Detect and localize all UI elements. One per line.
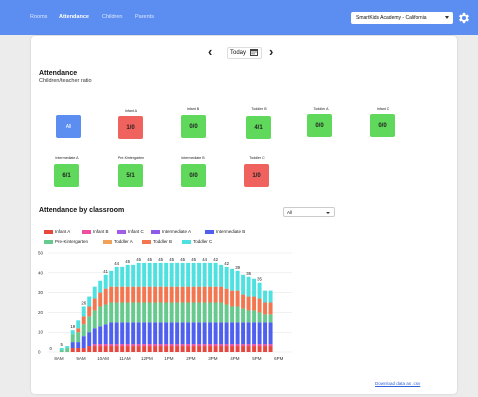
attendance-subtitle: Children/teacher ratio [39, 78, 92, 84]
room-ratio: 0/0 [189, 172, 198, 179]
room-tile-toddler-a[interactable]: 0/0 [307, 114, 332, 137]
legend-swatch [103, 239, 112, 244]
legend-swatch [205, 229, 214, 234]
room-ratio: 0/0 [378, 122, 387, 129]
legend-swatch [117, 229, 126, 234]
legend-label: Intermediate A [162, 229, 192, 234]
room-ratio: 6/1 [62, 172, 71, 179]
room-label: Infant B [186, 107, 200, 111]
chevron-down-icon [326, 212, 330, 214]
previous-day-button[interactable]: ‹ [208, 45, 212, 58]
legend-item-intermediate-a: Intermediate A [151, 229, 191, 234]
room-label: Toddler B [251, 107, 267, 111]
legend-swatch [44, 239, 53, 244]
next-day-button[interactable]: › [269, 45, 273, 58]
nav-item-parents[interactable]: Parents [135, 14, 154, 20]
room-tile-toddler-c[interactable]: 1/0 [244, 164, 269, 187]
chevron-down-icon [445, 16, 449, 19]
nav-item-attendance[interactable]: Attendance [59, 14, 89, 20]
legend-label: Infant C [128, 229, 144, 234]
room-label: Intermediate B [181, 156, 205, 160]
room-ratio: 0/0 [315, 122, 324, 129]
legend-item-pre-kintergarten: Pre-Kintergarten [44, 239, 88, 244]
room-label: Intermediate A [55, 156, 79, 160]
date-label: Today [230, 50, 247, 56]
legend-swatch [44, 229, 53, 234]
room-tile-intermediate-a[interactable]: 6/1 [54, 164, 79, 187]
room-ratio: 4/1 [254, 124, 263, 131]
room-ratio: 0/0 [189, 123, 198, 130]
classroom-filter-value: All [287, 210, 293, 215]
legend-item-intermediate-b: Intermediate B [205, 229, 245, 234]
room-label: Pre-Kintergarten [117, 156, 145, 160]
legend-item-toddler-c: Toddler C [182, 239, 212, 244]
room-label: Toddler A [313, 107, 329, 111]
legend-item-infant-a: Infant A [44, 229, 70, 234]
nav-item-rooms[interactable]: Rooms [30, 14, 47, 20]
room-ratio: 1/0 [252, 172, 261, 179]
room-ratio: All [65, 123, 72, 130]
legend-swatch [151, 229, 160, 234]
nav-item-children[interactable]: Children [102, 14, 122, 20]
room-label: Infant A [124, 109, 138, 113]
room-ratio: 1/0 [126, 124, 135, 131]
legend-swatch [182, 239, 191, 244]
classroom-chart-title: Attendance by classroom [39, 207, 125, 214]
attendance-title: Attendance [39, 70, 78, 77]
legend-label: Toddler B [153, 239, 173, 244]
legend-label: Intermediate B [216, 229, 246, 234]
school-select[interactable]: SmartKids Academy - California [351, 12, 453, 24]
room-tile-pre-kintergarten[interactable]: 5/1 [118, 164, 143, 187]
room-tile-infant-c[interactable]: 0/0 [370, 114, 395, 137]
legend-item-infant-c: Infant C [117, 229, 144, 234]
room-tile-infant-a[interactable]: 1/0 [118, 116, 143, 139]
legend-swatch [142, 239, 151, 244]
legend-label: Infant A [55, 229, 71, 234]
gear-icon[interactable] [457, 11, 471, 25]
legend-label: Toddler A [114, 239, 133, 244]
legend-label: Pre-Kintergarten [55, 239, 89, 244]
legend-label: Infant B [93, 229, 109, 234]
legend-item-toddler-a: Toddler A [103, 239, 133, 244]
room-tile-all[interactable]: All [56, 115, 81, 138]
legend-item-infant-b: Infant B [82, 229, 109, 234]
calendar-icon [250, 49, 258, 56]
room-tile-infant-b[interactable]: 0/0 [181, 115, 206, 138]
room-tile-toddler-b[interactable]: 4/1 [246, 116, 271, 139]
legend-item-toddler-b: Toddler B [142, 239, 172, 244]
room-tile-intermediate-b[interactable]: 0/0 [181, 164, 206, 187]
room-label: Infant C [376, 107, 390, 111]
classroom-filter-select[interactable]: All [283, 207, 335, 217]
room-label: Toddler C [249, 156, 265, 160]
legend-label: Toddler C [193, 239, 213, 244]
room-ratio: 5/1 [126, 172, 135, 179]
download-csv-link[interactable]: Download data as .csv [375, 381, 420, 386]
legend-swatch [82, 229, 91, 234]
main-card [31, 36, 457, 394]
school-select-value: SmartKids Academy - California [356, 15, 427, 21]
